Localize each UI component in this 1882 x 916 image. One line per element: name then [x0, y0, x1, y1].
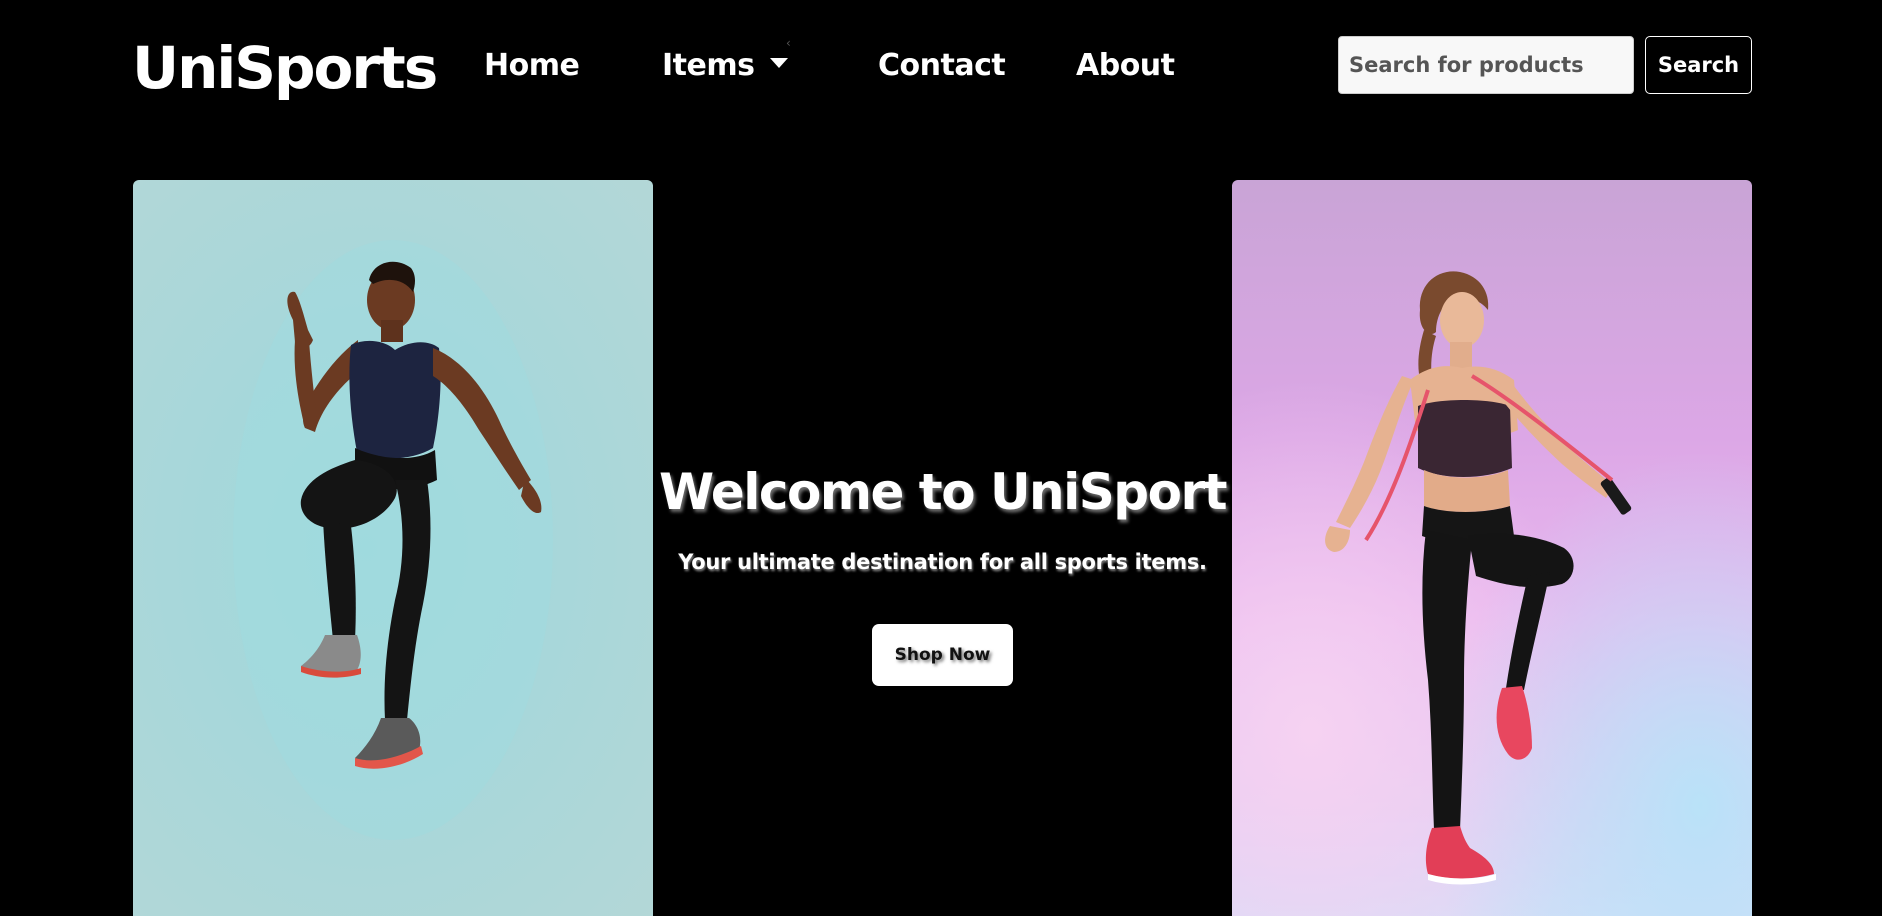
- man-jumping-illustration: [233, 240, 553, 840]
- nav-contact-link[interactable]: Contact: [878, 44, 1006, 88]
- page: UniSports Home Items ‹ Contact About Sea…: [0, 0, 1882, 916]
- nav-items-dropdown[interactable]: Items: [662, 44, 789, 88]
- hero-right-image: [1232, 180, 1752, 916]
- woman-jump-rope-illustration: [1325, 271, 1632, 885]
- brand-logo[interactable]: UniSports: [132, 28, 438, 108]
- nav-items-label: Items: [662, 48, 755, 83]
- nav-about-link[interactable]: About: [1076, 44, 1175, 88]
- nav-home-link[interactable]: Home: [484, 44, 580, 88]
- hero-subtitle: Your ultimate destination for all sports…: [678, 550, 1207, 574]
- search-input[interactable]: [1338, 36, 1634, 94]
- hero-left-image: [133, 180, 653, 916]
- caret-down-icon: [770, 57, 789, 68]
- navbar: UniSports Home Items ‹ Contact About Sea…: [0, 0, 1882, 132]
- hero-content: Welcome to UniSport Your ultimate destin…: [653, 180, 1232, 916]
- hero-title: Welcome to UniSport: [658, 463, 1228, 521]
- chevron-left-icon: ‹: [786, 36, 791, 50]
- shop-now-button[interactable]: Shop Now: [872, 624, 1013, 686]
- search-button[interactable]: Search: [1645, 36, 1752, 94]
